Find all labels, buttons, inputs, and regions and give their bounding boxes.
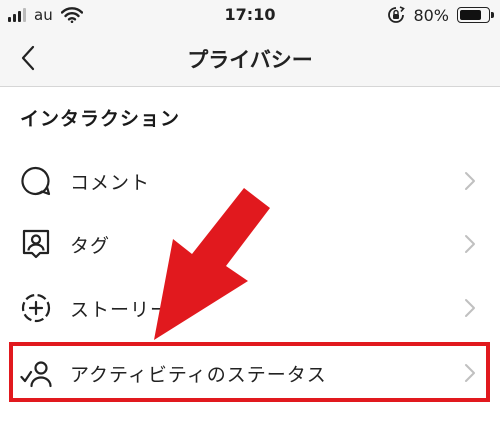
row-tag[interactable]: タグ — [0, 215, 500, 273]
row-comment[interactable]: コメント — [0, 152, 500, 210]
page-title: プライバシー — [187, 48, 313, 72]
section-title: インタラクション — [20, 108, 181, 130]
tag-person-icon — [22, 229, 50, 259]
navigation-bar: プライバシー — [0, 30, 500, 87]
battery-icon — [457, 7, 494, 23]
row-label: アクティビティのステータス — [70, 363, 327, 386]
chevron-right-icon — [465, 364, 475, 382]
row-label: ストーリーズ — [70, 298, 190, 321]
battery-cap — [491, 12, 494, 18]
story-add-icon — [21, 293, 51, 323]
row-label: コメント — [70, 171, 151, 194]
chevron-right-icon — [465, 299, 475, 317]
rotation-lock-icon — [388, 6, 406, 23]
battery-percent: 80% — [413, 5, 449, 25]
activity-status-icon — [20, 361, 52, 388]
chevron-right-icon — [465, 235, 475, 253]
row-stories[interactable]: ストーリーズ — [0, 279, 500, 337]
status-right: 80% — [387, 5, 494, 25]
comment-icon — [21, 166, 51, 196]
row-label: タグ — [70, 234, 111, 257]
status-bar: au 17:10 80% — [0, 0, 500, 30]
row-activity-status[interactable]: アクティビティのステータス — [0, 344, 500, 402]
battery-fill — [460, 10, 481, 20]
chevron-right-icon — [465, 172, 475, 190]
